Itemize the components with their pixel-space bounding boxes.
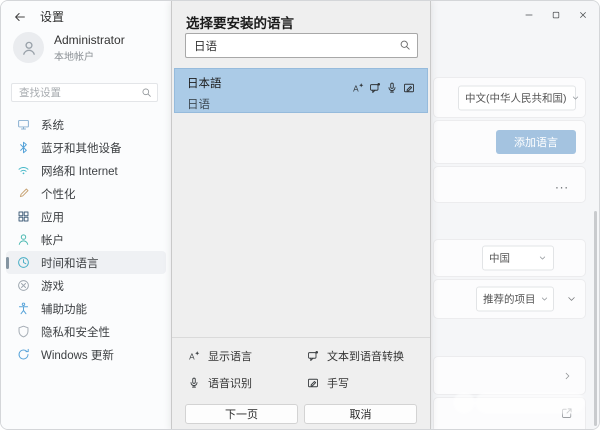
time-language-icon <box>17 256 30 269</box>
add-language-dialog: 选择要安装的语言 日本語 日语 A A 显示语言 文本到语音转换 语音识别 手写… <box>171 1 431 430</box>
cancel-button[interactable]: 取消 <box>304 404 417 424</box>
chevron-down-icon <box>540 295 549 304</box>
window-controls <box>515 4 596 25</box>
external-link-row[interactable] <box>433 397 586 430</box>
more-options-button[interactable]: ... <box>555 176 569 191</box>
windows-update-icon <box>17 348 30 361</box>
accessibility-icon <box>17 302 30 315</box>
windows-display-language-dropdown[interactable]: 中文(中华人民共和国) <box>458 85 576 110</box>
preferred-languages-card: 添加语言 <box>433 120 586 164</box>
app-title: 设置 <box>40 8 64 25</box>
country-region-card: 中国 <box>433 239 586 277</box>
sidebar-item-privacy[interactable]: 隐私和安全性 <box>6 320 166 343</box>
language-result-row[interactable]: 日本語 日语 A <box>174 68 428 113</box>
title-bar-left: 设置 <box>13 8 64 25</box>
minimize-icon <box>524 10 534 20</box>
system-icon <box>17 118 30 131</box>
apps-icon <box>17 210 30 223</box>
language-translated-name: 日语 <box>187 96 415 112</box>
speech-recognition-icon <box>188 377 200 389</box>
user-account-row[interactable]: Administrator 本地帐户 <box>13 32 125 63</box>
regional-format-value: 推荐的项目 <box>483 292 536 307</box>
language-feature-icons: A <box>352 82 415 94</box>
selected-indicator <box>6 257 9 269</box>
language-search <box>185 33 418 58</box>
display-language-icon: A <box>188 350 200 362</box>
personalization-icon <box>17 187 30 200</box>
expander-chevron-down-icon[interactable] <box>566 294 577 305</box>
close-icon <box>578 10 588 20</box>
svg-text:A: A <box>189 352 195 361</box>
related-settings-row[interactable] <box>433 356 586 395</box>
legend-item: 手写 <box>307 369 424 396</box>
display-language-icon: A <box>352 82 364 94</box>
maximize-button[interactable] <box>542 4 569 25</box>
user-name: Administrator <box>54 33 125 47</box>
maximize-icon <box>551 10 561 20</box>
account-type: 本地帐户 <box>54 48 125 63</box>
close-button[interactable] <box>569 4 596 25</box>
wifi-icon <box>17 164 30 177</box>
privacy-icon <box>17 325 30 338</box>
settings-search-input[interactable] <box>11 83 158 102</box>
search-icon <box>141 87 152 98</box>
svg-text:A: A <box>353 84 359 93</box>
language-options-card: ... <box>433 166 586 203</box>
legend-item: A 显示语言 <box>188 342 307 369</box>
sidebar-item-personalization[interactable]: 个性化 <box>6 182 166 205</box>
text-to-speech-icon <box>307 350 319 362</box>
search-icon <box>399 39 411 51</box>
feature-legend: A 显示语言 文本到语音转换 语音识别 手写 <box>188 342 424 396</box>
bluetooth-icon <box>17 141 30 154</box>
sidebar-nav: 系统 蓝牙和其他设备 网络和 Internet 个性化 应用 帐户 时间和语言 … <box>6 113 166 366</box>
next-button[interactable]: 下一页 <box>185 404 298 424</box>
settings-search <box>11 83 158 102</box>
add-language-button[interactable]: 添加语言 <box>496 130 576 154</box>
gaming-icon <box>17 279 30 292</box>
country-region-value: 中国 <box>489 251 510 266</box>
display-language-card: 中文(中华人民共和国) <box>433 77 586 118</box>
sidebar: 设置 Administrator 本地帐户 系统 蓝牙和其他设备 网络和 Int… <box>1 1 171 430</box>
dialog-title: 选择要安装的语言 <box>186 12 294 32</box>
scrollbar[interactable] <box>594 211 597 426</box>
legend-item: 文本到语音转换 <box>307 342 424 369</box>
country-region-dropdown[interactable]: 中国 <box>482 246 554 271</box>
text-to-speech-icon <box>369 82 381 94</box>
sidebar-item-bluetooth[interactable]: 蓝牙和其他设备 <box>6 136 166 159</box>
external-link-icon <box>561 407 573 419</box>
legend-item: 语音识别 <box>188 369 307 396</box>
chevron-down-icon <box>571 93 580 102</box>
language-result-list: 日本語 日语 A <box>174 68 428 113</box>
minimize-button[interactable] <box>515 4 542 25</box>
handwriting-icon <box>307 377 319 389</box>
sidebar-item-gaming[interactable]: 游戏 <box>6 274 166 297</box>
chevron-right-icon <box>562 370 573 381</box>
speech-recognition-icon <box>386 82 398 94</box>
windows-display-language-value: 中文(中华人民共和国) <box>465 90 567 105</box>
sidebar-item-apps[interactable]: 应用 <box>6 205 166 228</box>
dialog-buttons: 下一页 取消 <box>185 404 417 424</box>
content-panel: 中文(中华人民共和国) 添加语言 ... 中国 推荐的项目 <box>431 1 599 429</box>
person-icon <box>20 39 38 57</box>
handwriting-icon <box>403 82 415 94</box>
regional-format-dropdown[interactable]: 推荐的项目 <box>476 287 554 312</box>
sidebar-item-windows-update[interactable]: Windows 更新 <box>6 343 166 366</box>
language-search-input[interactable] <box>185 33 418 58</box>
sidebar-item-time-language[interactable]: 时间和语言 <box>6 251 166 274</box>
account-icon <box>17 233 30 246</box>
settings-window: 设置 Administrator 本地帐户 系统 蓝牙和其他设备 网络和 Int… <box>0 0 600 430</box>
chevron-down-icon <box>538 254 547 263</box>
avatar <box>13 32 44 63</box>
sidebar-item-account[interactable]: 帐户 <box>6 228 166 251</box>
divider <box>172 337 430 338</box>
sidebar-item-system[interactable]: 系统 <box>6 113 166 136</box>
sidebar-item-wifi[interactable]: 网络和 Internet <box>6 159 166 182</box>
back-arrow-icon[interactable] <box>13 10 27 24</box>
regional-format-card: 推荐的项目 <box>433 279 586 319</box>
sidebar-item-accessibility[interactable]: 辅助功能 <box>6 297 166 320</box>
